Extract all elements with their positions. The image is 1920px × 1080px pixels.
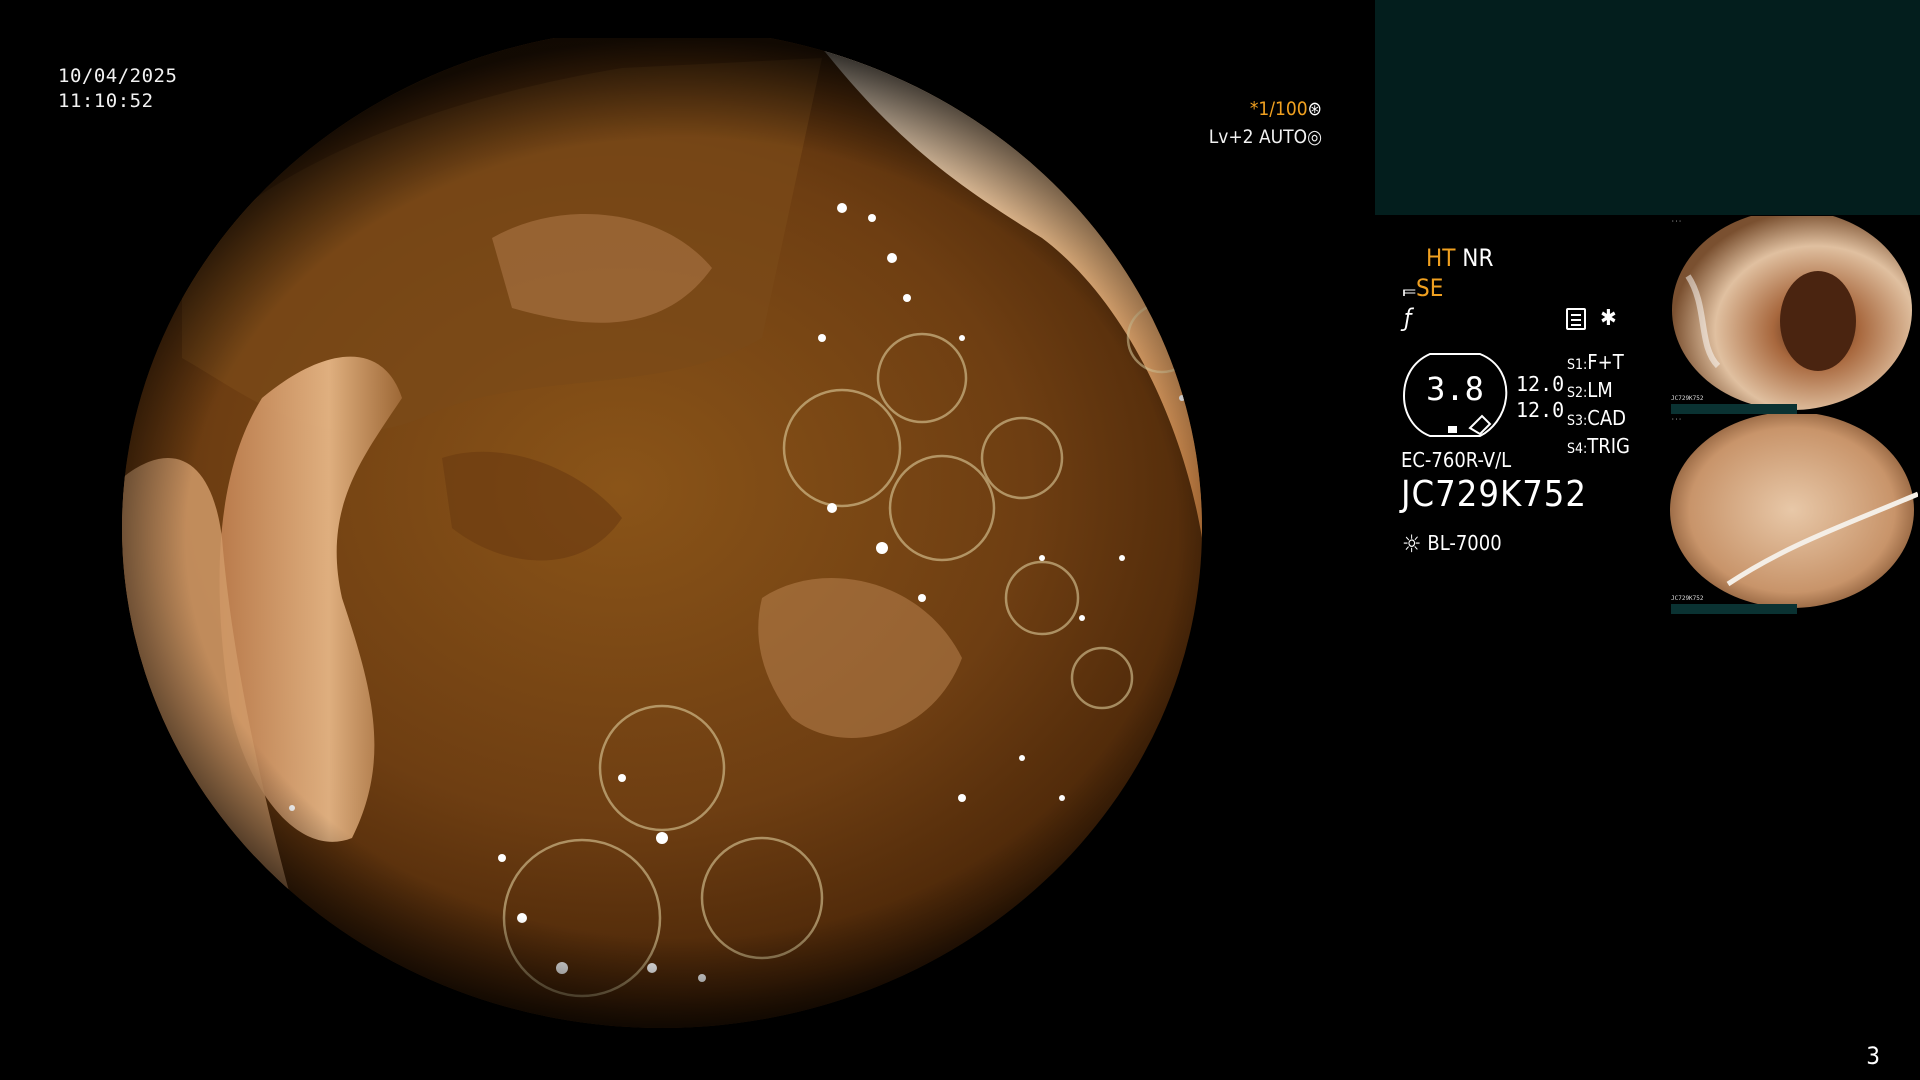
- nr-indicator: NR: [1462, 244, 1494, 272]
- switch-item: S1:F+T: [1567, 350, 1624, 374]
- preview-panel: [1375, 0, 1920, 215]
- page-number: 3: [1866, 1042, 1880, 1070]
- se-indicator: SE: [1416, 274, 1444, 302]
- switch-item: S2:LM: [1567, 378, 1613, 402]
- date-text: 10/04/2025: [58, 65, 178, 87]
- ht-nr-row: HT NR: [1426, 244, 1493, 272]
- record-icon: [1566, 308, 1586, 330]
- status-panel: HT NR ⫭SE ƒ ✱ 3.8 12.0 12.0 S1:F+T S2:LM…: [1392, 240, 1692, 570]
- star-icon: ✱: [1600, 306, 1617, 331]
- se-row: ⫭SE: [1402, 274, 1443, 302]
- function-icon: ƒ: [1404, 304, 1412, 332]
- value-a: 12.0: [1516, 372, 1565, 396]
- light-source-icon: ☼: [1402, 530, 1422, 558]
- exposure-readout: Lv+2 AUTO◎: [1209, 126, 1322, 148]
- thumbnail-bar: [1671, 604, 1797, 614]
- scope-value: 3.8: [1426, 370, 1484, 408]
- endoscope-live-view: [62, 38, 1302, 1038]
- thumbnail-bar: [1671, 404, 1797, 414]
- date-time-overlay: 10/04/2025 11:10:52: [58, 64, 177, 114]
- exposure-text: Lv+2 AUTO: [1208, 126, 1308, 148]
- switch-item: S4:TRIG: [1567, 434, 1630, 458]
- structure-enhance-icon: ⫭: [1402, 274, 1417, 302]
- time-text: 11:10:52: [58, 90, 154, 112]
- light-source-text: BL-7000: [1427, 531, 1502, 555]
- thumbnail-datetime: ···: [1671, 416, 1682, 423]
- ht-indicator: HT: [1426, 244, 1456, 272]
- captured-thumbnail[interactable]: ··· JC729K752: [1668, 216, 1918, 414]
- exposure-icon: ◎: [1307, 126, 1322, 148]
- scope-model: EC-760R-V/L: [1401, 448, 1512, 472]
- shutter-readout: *1/100⊛: [1250, 98, 1322, 120]
- shutter-icon: ⊛: [1307, 98, 1322, 120]
- shutter-text: *1/100: [1249, 98, 1308, 120]
- light-source: ☼ BL-7000: [1402, 530, 1502, 558]
- thumbnail-label: JC729K752: [1671, 395, 1704, 402]
- value-b: 12.0: [1516, 398, 1565, 422]
- switch-item: S3:CAD: [1567, 406, 1626, 430]
- thumbnail-datetime: ···: [1671, 218, 1682, 225]
- thumbnail-label: JC729K752: [1671, 595, 1704, 602]
- captured-thumbnail[interactable]: ··· JC729K752: [1668, 414, 1918, 614]
- switch-list: S1:F+T S2:LM S3:CAD S4:TRIG: [1567, 350, 1630, 462]
- scope-serial: JC729K752: [1401, 474, 1588, 515]
